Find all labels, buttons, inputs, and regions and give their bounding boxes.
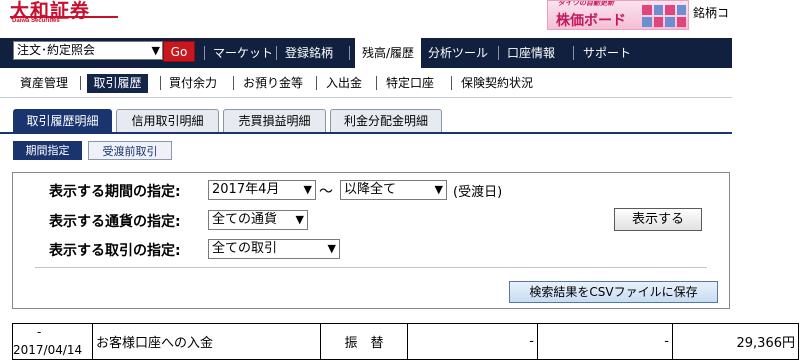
chevron-down-icon: ▼ [434, 183, 443, 196]
chevron-down-icon: ▼ [327, 242, 336, 255]
brand-code-label: 銘柄コ [693, 6, 730, 20]
nav-divider [276, 46, 277, 60]
date-cell: - 2017/04/14 [12, 323, 93, 360]
trade-type-value: 全ての取引 [212, 241, 278, 256]
filter-chips: 期間指定 受渡前取引 [0, 136, 732, 166]
banner-title: 株価ボード [556, 13, 626, 29]
trade-type-select[interactable]: 全ての取引 ▼ [208, 239, 340, 259]
price-cell: - [537, 323, 673, 360]
nav-item-account-info[interactable]: 口座情報 [507, 38, 555, 68]
nav-item-support[interactable]: サポート [583, 38, 631, 68]
delivery-date-note: (受渡日) [453, 185, 503, 200]
nav-item-balance-history[interactable]: 残高/履歴 [355, 38, 421, 68]
subnav-item-buying-power[interactable]: 買付余力 [169, 75, 217, 92]
order-inquiry-select[interactable]: 注文･約定照会 ▼ [13, 41, 163, 60]
tab-margin-detail[interactable]: 信用取引明細 [116, 109, 219, 132]
sub-nav: 資産管理 取引履歴 買付余力 お預り金等 入出金 特定口座 保険契約状況 [0, 68, 732, 98]
tab-pnl-detail[interactable]: 売買損益明細 [223, 109, 326, 132]
site-header: 大和証券 Daiwa Securities ダイワの自動更新 株価ボード 銘柄コ [0, 0, 800, 34]
nav-divider [204, 46, 205, 60]
subnav-item-cash-transfer[interactable]: 入出金 [326, 75, 362, 92]
chevron-down-icon: ▼ [295, 213, 304, 226]
subnav-item-asset-management[interactable]: 資産管理 [20, 75, 68, 92]
subnav-item-deposits[interactable]: お預り金等 [243, 75, 303, 92]
delivery-date: 2017/04/14 [13, 343, 83, 357]
trade-date-placeholder: - [37, 325, 42, 339]
nav-item-analysis-tools[interactable]: 分析ツール [428, 38, 488, 68]
subnav-item-specific-account[interactable]: 特定口座 [386, 75, 434, 92]
period-to-select[interactable]: 以降全て ▼ [340, 180, 447, 200]
range-tilde: ～ [319, 184, 333, 200]
nav-item-market[interactable]: マーケット [213, 38, 273, 68]
period-chip[interactable]: 期間指定 [13, 141, 82, 160]
nav-divider [349, 46, 350, 60]
subnav-item-insurance[interactable]: 保険契約状況 [461, 75, 533, 92]
subnav-item-trade-history[interactable]: 取引履歴 [87, 74, 148, 93]
nav-divider [573, 46, 574, 60]
show-button[interactable]: 表示する [614, 208, 702, 231]
subnav-divider [376, 76, 377, 90]
panel-divider [35, 267, 707, 268]
tab-dividend-detail[interactable]: 利金分配金明細 [330, 109, 442, 132]
order-inquiry-value: 注文･約定照会 [17, 43, 96, 57]
currency-select[interactable]: 全ての通貨 ▼ [208, 210, 308, 230]
stock-board-banner[interactable]: ダイワの自動更新 株価ボード [547, 0, 689, 30]
subnav-divider [80, 76, 81, 90]
period-from-value: 2017年4月 [212, 182, 280, 197]
subnav-divider [233, 76, 234, 90]
period-label: 表示する期間の指定: [49, 184, 181, 200]
type-cell: 振 替 [320, 323, 408, 360]
logo-subtext: Daiwa Securities [12, 18, 60, 24]
nav-item-watchlist[interactable]: 登録銘柄 [285, 38, 333, 68]
history-tabs: 取引履歴明細 信用取引明細 売買損益明細 利金分配金明細 [0, 98, 732, 134]
nav-divider [498, 46, 499, 60]
search-panel: 表示する期間の指定: 2017年4月 ▼ ～ 以降全て ▼ (受渡日) 表示する… [12, 172, 730, 309]
amount-cell: 29,366円 [672, 323, 799, 360]
subnav-divider [316, 76, 317, 90]
results-table: - 2017/04/14 お客様口座への入金 振 替 - - 29,366円 [12, 323, 799, 360]
go-button[interactable]: Go [163, 41, 195, 62]
banner-tagline: ダイワの自動更新 [558, 0, 614, 7]
main-nav: 注文･約定照会 ▼ Go マーケット 登録銘柄 残高/履歴 分析ツール 口座情報… [0, 38, 732, 68]
subnav-divider [451, 76, 452, 90]
chevron-down-icon: ▼ [151, 44, 160, 57]
csv-export-button[interactable]: 検索結果をCSVファイルに保存 [509, 281, 718, 303]
period-to-value: 以降全て [344, 182, 397, 197]
chevron-down-icon: ▼ [303, 183, 312, 196]
pre-delivery-chip[interactable]: 受渡前取引 [88, 141, 172, 160]
subnav-divider [160, 76, 161, 90]
trade-type-label: 表示する取引の指定: [49, 243, 181, 259]
banner-tiles-icon [642, 5, 686, 27]
table-row: - 2017/04/14 お客様口座への入金 振 替 - - 29,366円 [12, 323, 799, 360]
quantity-cell: - [407, 323, 538, 360]
period-from-select[interactable]: 2017年4月 ▼ [208, 180, 316, 200]
tab-trade-history-detail[interactable]: 取引履歴明細 [13, 109, 112, 132]
daiwa-logo[interactable]: 大和証券 Daiwa Securities [10, 0, 120, 28]
description-cell: お客様口座への入金 [92, 323, 321, 360]
currency-value: 全ての通貨 [212, 212, 278, 227]
currency-label: 表示する通貨の指定: [49, 214, 181, 230]
